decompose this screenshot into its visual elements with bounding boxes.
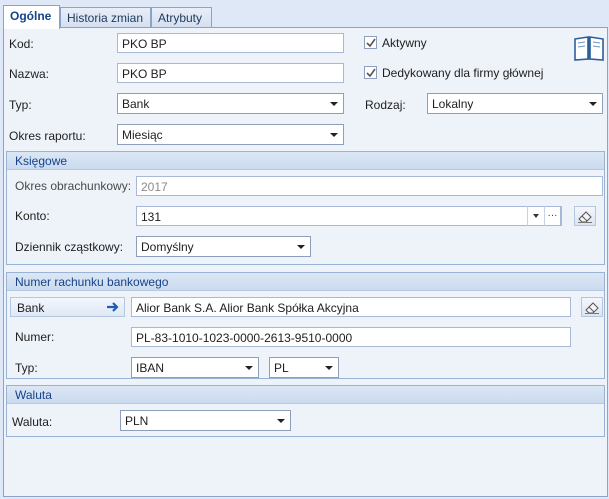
ksiegowe-header: Księgowe bbox=[7, 152, 604, 170]
typ-select-value: Bank bbox=[122, 97, 150, 111]
chevron-down-icon bbox=[325, 366, 333, 370]
konto-dropdown-button[interactable] bbox=[527, 206, 544, 226]
aktywny-checkbox[interactable] bbox=[364, 36, 377, 49]
check-icon bbox=[366, 68, 376, 78]
bank-input[interactable]: Alior Bank S.A. Alior Bank Spółka Akcyjn… bbox=[131, 297, 571, 317]
waluta-header: Waluta bbox=[7, 386, 604, 404]
rachunek-typ-label: Typ: bbox=[15, 361, 38, 375]
kod-input[interactable]: PKO BP bbox=[117, 33, 344, 53]
konto-label: Konto: bbox=[15, 209, 50, 223]
dziennik-select[interactable]: Domyślny bbox=[136, 236, 311, 257]
chevron-down-icon bbox=[533, 214, 539, 218]
chevron-down-icon bbox=[297, 245, 305, 249]
tab-atrybuty[interactable]: Atrybuty bbox=[151, 7, 212, 28]
typ-label: Typ: bbox=[9, 98, 32, 112]
rachunek-typ-value: IBAN bbox=[136, 361, 165, 375]
bank-button-label: Bank bbox=[17, 301, 45, 315]
nazwa-label: Nazwa: bbox=[9, 67, 50, 81]
tab-panel: Kod: PKO BP Nazwa: PKO BP Aktywny Dedyko… bbox=[3, 27, 608, 497]
rodzaj-label: Rodzaj: bbox=[365, 98, 406, 112]
waluta-label: Waluta: bbox=[12, 415, 53, 429]
dedykowany-label: Dedykowany dla firmy głównej bbox=[382, 66, 544, 80]
typ-select[interactable]: Bank bbox=[117, 93, 344, 114]
waluta-select[interactable]: PLN bbox=[120, 410, 291, 431]
eraser-icon bbox=[578, 211, 592, 223]
book-icon[interactable] bbox=[573, 34, 605, 62]
chevron-down-icon bbox=[589, 102, 597, 106]
dziennik-label: Dziennik cząstkowy: bbox=[15, 240, 124, 254]
waluta-value: PLN bbox=[125, 414, 149, 428]
tab-ogolne[interactable]: Ogólne bbox=[3, 5, 60, 29]
aktywny-label: Aktywny bbox=[382, 36, 427, 50]
konto-value: 131 bbox=[141, 210, 162, 224]
konto-input[interactable]: 131 bbox=[136, 206, 562, 226]
numer-label: Numer: bbox=[15, 330, 55, 344]
bank-clear-button[interactable] bbox=[581, 297, 603, 317]
bank-button[interactable]: Bank bbox=[10, 297, 125, 317]
konto-clear-button[interactable] bbox=[574, 206, 596, 226]
okres-raportu-label: Okres raportu: bbox=[9, 129, 86, 143]
kod-label: Kod: bbox=[9, 37, 34, 51]
kraj-value: PL bbox=[274, 361, 289, 375]
rodzaj-select[interactable]: Lokalny bbox=[427, 93, 603, 114]
okres-raportu-value: Miesiąc bbox=[122, 128, 163, 142]
tab-historia-zmian[interactable]: Historia zmian bbox=[60, 7, 151, 28]
dedykowany-checkbox[interactable] bbox=[364, 66, 377, 79]
arrow-right-icon bbox=[107, 302, 119, 312]
kraj-select[interactable]: PL bbox=[269, 357, 339, 378]
rodzaj-select-value: Lokalny bbox=[432, 97, 474, 111]
chevron-down-icon bbox=[330, 102, 338, 106]
dziennik-value: Domyślny bbox=[141, 240, 194, 254]
ksiegowe-group: Księgowe Okres obrachunkowy: 2017 Konto:… bbox=[6, 151, 605, 265]
chevron-down-icon bbox=[330, 133, 338, 137]
rachunek-header: Numer rachunku bankowego bbox=[7, 273, 604, 291]
okres-obrachunkowy-input: 2017 bbox=[136, 176, 603, 196]
konto-more-button[interactable]: ··· bbox=[544, 206, 561, 226]
okres-raportu-select[interactable]: Miesiąc bbox=[117, 124, 344, 145]
window: Ogólne Historia zmian Atrybuty Kod: PKO … bbox=[0, 0, 609, 499]
rachunek-group: Numer rachunku bankowego Bank Alior Bank… bbox=[6, 272, 605, 379]
check-icon bbox=[366, 38, 376, 48]
nazwa-input[interactable]: PKO BP bbox=[117, 63, 344, 83]
eraser-icon bbox=[585, 302, 599, 314]
rachunek-typ-select[interactable]: IBAN bbox=[131, 357, 259, 378]
numer-input[interactable]: PL-83-1010-1023-0000-2613-9510-0000 bbox=[131, 327, 571, 347]
okres-obrachunkowy-label: Okres obrachunkowy: bbox=[15, 179, 132, 193]
chevron-down-icon bbox=[277, 419, 285, 423]
waluta-group: Waluta Waluta: PLN bbox=[6, 385, 605, 437]
chevron-down-icon bbox=[245, 366, 253, 370]
